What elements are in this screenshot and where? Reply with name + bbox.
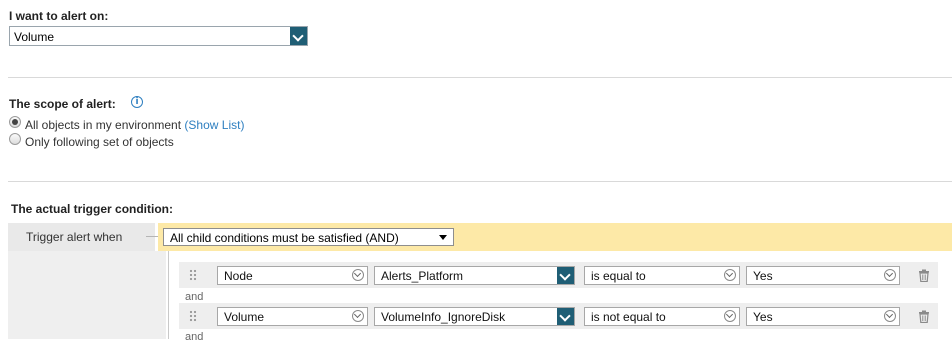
field-picker-button[interactable] (557, 267, 574, 284)
drag-handle-icon[interactable] (189, 310, 197, 322)
value-value: Yes (753, 269, 773, 283)
chevron-down-circle-icon (724, 269, 736, 281)
chevron-down-circle-icon (884, 310, 896, 322)
value-select[interactable]: Yes (746, 266, 900, 285)
field-value: VolumeInfo_IgnoreDisk (381, 310, 506, 324)
tree-connector (146, 236, 158, 237)
tree-line (168, 251, 169, 339)
chevron-down-icon (292, 30, 304, 42)
radio-following-objects[interactable] (9, 133, 21, 145)
operator-select[interactable]: is equal to (584, 266, 740, 285)
scope-heading: The scope of alert: (9, 97, 116, 111)
trash-icon[interactable] (918, 269, 930, 282)
chevron-down-circle-icon (352, 269, 364, 281)
field-select[interactable]: VolumeInfo_IgnoreDisk (374, 307, 575, 326)
dropdown-button[interactable] (290, 27, 307, 45)
trigger-heading: The actual trigger condition: (11, 202, 174, 216)
object-type-value: Node (224, 269, 253, 283)
alert-on-selected-value: Volume (14, 30, 55, 44)
radio-all-objects[interactable] (9, 116, 21, 128)
trash-icon[interactable] (918, 310, 930, 323)
condition-row: Volume VolumeInfo_IgnoreDisk is not equa… (179, 303, 938, 329)
tree-gutter (8, 251, 166, 339)
show-list-link[interactable]: (Show List) (184, 118, 244, 132)
field-value: Alerts_Platform (381, 269, 464, 283)
radio-all-objects-text: All objects in my environment (25, 118, 182, 132)
value-value: Yes (753, 310, 773, 324)
field-picker-button[interactable] (557, 308, 574, 325)
trigger-label-box: Trigger alert when (8, 223, 155, 251)
trigger-condition-value: All child conditions must be satisfied (… (170, 231, 399, 245)
chevron-down-icon (559, 269, 571, 281)
value-select[interactable]: Yes (746, 307, 900, 326)
object-type-select[interactable]: Volume (217, 307, 368, 326)
trigger-condition-select[interactable]: All child conditions must be satisfied (… (163, 228, 454, 246)
chevron-down-circle-icon (352, 310, 364, 322)
chevron-down-icon (559, 310, 571, 322)
object-type-select[interactable]: Node (217, 266, 368, 285)
and-joiner: and (185, 291, 204, 303)
operator-value: is not equal to (591, 310, 666, 324)
operator-value: is equal to (591, 269, 646, 283)
object-type-value: Volume (224, 310, 265, 324)
field-select[interactable]: Alerts_Platform (374, 266, 575, 285)
trigger-label: Trigger alert when (26, 230, 123, 244)
radio-following-objects-label: Only following set of objects (25, 135, 174, 149)
chevron-down-circle-icon (884, 269, 896, 281)
section-divider (8, 77, 952, 78)
and-joiner: and (185, 331, 204, 343)
chevron-down-circle-icon (724, 310, 736, 322)
info-icon[interactable]: i (131, 96, 143, 108)
alert-on-select[interactable]: Volume (9, 26, 308, 46)
radio-all-objects-label: All objects in my environment (Show List… (25, 118, 244, 132)
operator-select[interactable]: is not equal to (584, 307, 740, 326)
caret-down-icon (439, 235, 447, 240)
condition-row: Node Alerts_Platform is equal to Yes (179, 262, 938, 288)
drag-handle-icon[interactable] (189, 269, 197, 281)
section-divider (8, 181, 952, 182)
alert-on-heading: I want to alert on: (9, 9, 109, 23)
